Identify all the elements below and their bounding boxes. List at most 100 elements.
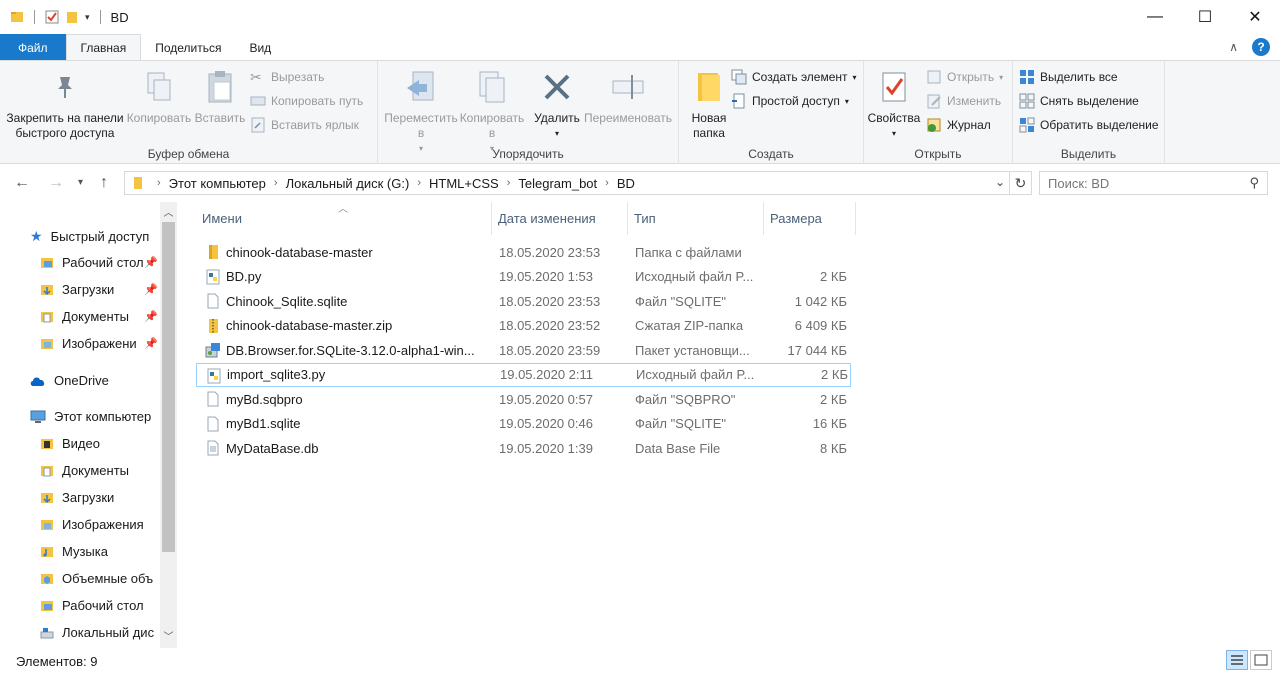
column-header-name[interactable]: Имени ︿: [196, 202, 492, 235]
refresh-icon[interactable]: ↻: [1010, 171, 1032, 195]
scrollbar-thumb[interactable]: [162, 222, 175, 552]
nav-downloads[interactable]: Загрузки: [40, 490, 114, 505]
computer-icon: [30, 410, 46, 423]
file-row[interactable]: chinook-database-master 18.05.2020 23:53 П…: [196, 240, 851, 264]
address-dropdown-icon[interactable]: ⌄: [995, 175, 1005, 189]
qat-dropdown-icon[interactable]: ▾: [85, 12, 90, 23]
column-header-date[interactable]: Дата изменения: [492, 202, 628, 235]
drive-icon: [40, 627, 54, 638]
nav-pane-scrollbar[interactable]: ︿ ﹀: [160, 202, 177, 648]
minimize-button[interactable]: —: [1130, 0, 1180, 34]
help-icon[interactable]: ?: [1252, 38, 1270, 56]
select-group: Выделить все Снять выделение Обратить вы…: [1013, 61, 1165, 164]
nav-videos[interactable]: Видео: [40, 436, 100, 451]
breadcrumb-this-pc[interactable]: Этот компьютер ›: [169, 176, 286, 191]
copy-button[interactable]: Копировать: [126, 67, 192, 126]
forward-arrow-icon[interactable]: →: [48, 174, 64, 192]
properties-button[interactable]: Свойства ▾: [866, 67, 922, 141]
file-row[interactable]: BD.py 19.05.2020 1:53 Исходный файл P... 2 …: [196, 265, 851, 289]
pin-icon: 📌: [144, 257, 158, 269]
copy-to-button[interactable]: Копировать в ▾: [456, 67, 528, 156]
nav-documents[interactable]: Документы: [40, 463, 129, 478]
folder-icon: [134, 177, 142, 189]
column-header-type[interactable]: Тип: [628, 202, 764, 235]
pin-icon: 📌: [144, 284, 158, 296]
select-all-button[interactable]: Выделить все: [1019, 67, 1118, 87]
copy-path-button[interactable]: Копировать путь: [250, 91, 363, 111]
nav-pictures-pinned[interactable]: Изображени 📌: [40, 336, 160, 351]
invert-selection-button[interactable]: Обратить выделение: [1019, 115, 1159, 135]
breadcrumb-local-disk[interactable]: Локальный диск (G:) ›: [286, 176, 429, 191]
scroll-down-icon[interactable]: ﹀: [160, 628, 177, 646]
file-row[interactable]: myBd.sqbpro 19.05.2020 0:57 Файл "SQBPRO" 2…: [196, 387, 851, 411]
select-none-button[interactable]: Снять выделение: [1019, 91, 1139, 111]
breadcrumb-html-css[interactable]: HTML+CSS ›: [429, 176, 518, 191]
nav-this-pc[interactable]: Этот компьютер: [30, 409, 151, 424]
move-to-button[interactable]: Переместить в ▾: [382, 67, 460, 156]
address-bar[interactable]: › Этот компьютер › Локальный диск (G:) › H…: [124, 171, 1010, 195]
view-toggle: [1226, 650, 1272, 670]
pin-quick-access-button[interactable]: Закрепить на панели быстрого доступа: [6, 67, 124, 141]
paste-button[interactable]: Вставить: [194, 67, 246, 126]
nav-desktop[interactable]: Рабочий стол: [40, 598, 144, 613]
file-row[interactable]: DB.Browser.for.SQLite-3.12.0-alpha1-win.…: [196, 338, 851, 362]
breadcrumb-separator[interactable]: ›: [149, 177, 169, 189]
tab-view[interactable]: Вид: [235, 34, 285, 61]
tab-share[interactable]: Поделиться: [141, 34, 235, 61]
file-date: 19.05.2020 0:46: [499, 416, 593, 431]
nav-pictures[interactable]: Изображения: [40, 517, 144, 532]
organize-group-label: Упорядочить: [492, 147, 564, 161]
window-controls: — ☐ ✕: [1130, 0, 1280, 34]
easy-access-button[interactable]: Простой доступ ▾: [731, 91, 849, 111]
tab-home[interactable]: Главная: [65, 34, 142, 61]
back-arrow-icon[interactable]: ←: [14, 174, 30, 192]
file-row[interactable]: MyDataBase.db 19.05.2020 1:39 Data Base Fi…: [196, 436, 851, 460]
file-row[interactable]: myBd1.sqlite 19.05.2020 0:46 Файл "SQLITE"…: [196, 412, 851, 436]
history-button[interactable]: Журнал: [926, 115, 991, 135]
rename-button[interactable]: Переименовать: [582, 67, 674, 126]
delete-button[interactable]: Удалить ▾: [530, 67, 584, 141]
new-item-button[interactable]: Создать элемент ▾: [731, 67, 857, 87]
edit-button[interactable]: Изменить: [926, 91, 1001, 111]
window-title: BD: [110, 9, 129, 25]
tab-file[interactable]: Файл: [0, 34, 66, 61]
breadcrumb-bd[interactable]: BD: [617, 176, 635, 191]
nav-quick-access[interactable]: ★ Быстрый доступ: [30, 228, 149, 245]
file-row[interactable]: import_sqlite3.py 19.05.2020 2:11 Исходный…: [196, 362, 851, 387]
nav-local-disk[interactable]: Локальный дис: [40, 625, 160, 640]
maximize-button[interactable]: ☐: [1180, 0, 1230, 34]
copy-path-icon: [250, 96, 266, 106]
recent-locations-icon[interactable]: ▾: [78, 177, 83, 188]
db-file-icon: [207, 440, 219, 456]
nav-music[interactable]: Музыка: [40, 544, 108, 559]
pictures-folder-icon: [41, 338, 53, 349]
details-view-button[interactable]: [1226, 650, 1248, 670]
scissors-icon: ✂: [250, 69, 262, 85]
up-arrow-icon[interactable]: ↑: [100, 174, 108, 192]
file-row[interactable]: chinook-database-master.zip 18.05.2020 23…: [196, 314, 851, 338]
properties-qat-icon[interactable]: [45, 10, 59, 24]
new-folder-qat-icon[interactable]: [65, 10, 79, 24]
open-button[interactable]: Открыть ▾: [926, 67, 1003, 87]
nav-onedrive[interactable]: OneDrive: [30, 373, 109, 388]
invert-selection-icon: [1019, 117, 1035, 133]
search-input[interactable]: Поиск: BD ⚲: [1039, 171, 1268, 195]
cut-button[interactable]: ✂ Вырезать: [250, 67, 324, 87]
breadcrumb-telegram-bot[interactable]: Telegram_bot ›: [518, 176, 616, 191]
new-folder-button[interactable]: Новая папка: [683, 67, 735, 141]
file-row[interactable]: Chinook_Sqlite.sqlite 18.05.2020 23:53 Фай…: [196, 289, 851, 313]
file-list: Имени ︿ Дата изменения Тип Размера chino…: [196, 202, 1276, 648]
column-header-size[interactable]: Размера: [764, 202, 856, 235]
nav-downloads-pinned[interactable]: Загрузки 📌: [40, 282, 160, 297]
large-icons-view-button[interactable]: [1250, 650, 1272, 670]
nav-desktop-pinned[interactable]: Рабочий стол 📌: [40, 255, 160, 270]
close-button[interactable]: ✕: [1230, 0, 1280, 34]
desktop-folder-icon: [41, 600, 53, 611]
nav-3d-objects[interactable]: Объемные объ: [40, 571, 160, 586]
file-icon: [207, 416, 219, 431]
nav-documents-pinned[interactable]: Документы 📌: [40, 309, 160, 324]
navigation-bar: ← → ▾ ↑ › Этот компьютер › Локальный диск…: [0, 167, 1280, 201]
scroll-up-icon[interactable]: ︿: [160, 204, 177, 222]
paste-shortcut-button[interactable]: Вставить ярлык: [250, 115, 359, 135]
collapse-ribbon-icon[interactable]: ∧: [1229, 40, 1238, 54]
